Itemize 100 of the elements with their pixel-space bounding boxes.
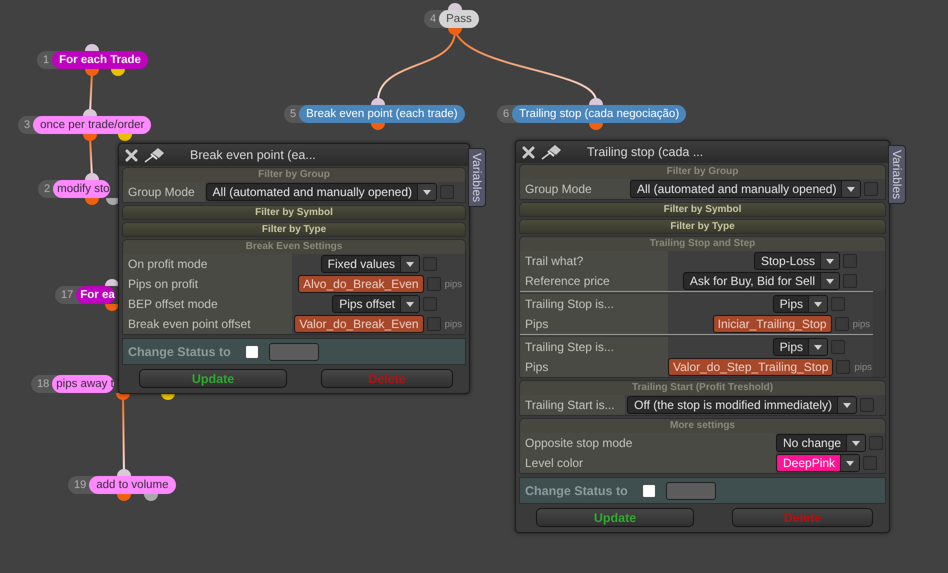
output-port[interactable]: [111, 69, 125, 76]
flow-node[interactable]: Pass: [439, 10, 479, 28]
section-header[interactable]: Break Even Settings: [123, 240, 465, 254]
flow-node[interactable]: once per trade/order: [33, 116, 152, 134]
output-port[interactable]: [105, 304, 119, 311]
variables-tab[interactable]: Variables: [888, 145, 906, 204]
checkbox[interactable]: [423, 257, 437, 271]
flow-node[interactable]: pips away t: [52, 375, 114, 393]
setting-label: Group Mode: [520, 179, 630, 199]
flow-node[interactable]: modify sto: [53, 180, 110, 198]
dropdown[interactable]: Pips: [772, 295, 828, 313]
unit-label: pips: [444, 318, 462, 330]
checkbox[interactable]: [864, 182, 878, 196]
section-header[interactable]: Filter by Group: [123, 168, 465, 182]
setting-label: Level color: [520, 453, 776, 473]
section-header[interactable]: Filter by Type: [123, 223, 465, 236]
dropdown[interactable]: Off (the stop is modified immediately): [627, 396, 857, 414]
setting-label: Pips: [520, 314, 668, 334]
update-button[interactable]: Update: [536, 508, 694, 527]
checkbox[interactable]: [423, 297, 437, 311]
output-port[interactable]: [106, 198, 120, 205]
dropdown[interactable]: Pips offset: [332, 295, 420, 313]
status-label: Change Status to: [525, 484, 628, 498]
input-port[interactable]: [589, 98, 603, 105]
status-field[interactable]: [268, 342, 319, 360]
section-header[interactable]: Filter by Type: [520, 220, 885, 233]
setting-label: Pips: [520, 357, 668, 377]
input-port[interactable]: [85, 173, 99, 180]
caret-icon: [826, 258, 834, 264]
update-button[interactable]: Update: [139, 369, 287, 388]
dropdown[interactable]: All (automated and manually opened): [206, 183, 437, 201]
input-port[interactable]: [105, 279, 119, 286]
flow-node[interactable]: For each Trade: [52, 51, 148, 69]
flow-node[interactable]: Break even point (each trade): [299, 105, 465, 123]
checkbox[interactable]: [831, 297, 845, 311]
variables-tab[interactable]: Variables: [468, 148, 486, 208]
close-icon[interactable]: [522, 146, 535, 158]
setting-label: BEP offset mode: [123, 294, 292, 314]
setting-label: Break even point offset: [123, 314, 292, 334]
flow-node[interactable]: For ea: [76, 286, 115, 304]
setting-label: Trailing Stop is...: [520, 294, 668, 314]
status-field[interactable]: [666, 482, 716, 500]
checkbox[interactable]: [869, 436, 884, 450]
input-port[interactable]: [85, 44, 99, 51]
status-label: Change Status to: [128, 344, 231, 358]
checkbox[interactable]: [860, 398, 874, 412]
setting-label: Group Mode: [123, 182, 205, 202]
section-header[interactable]: Filter by Symbol: [520, 203, 885, 216]
window-title: Break even point (ea...: [190, 148, 316, 162]
setting-label: Pips on profit: [123, 274, 292, 294]
input-port[interactable]: [371, 98, 385, 105]
setting-label: Trailing Step is...: [520, 337, 668, 357]
flow-node[interactable]: add to volume: [89, 476, 176, 494]
dropdown[interactable]: Stop-Loss: [754, 252, 840, 270]
checkbox[interactable]: [843, 254, 857, 268]
checkbox[interactable]: [836, 360, 850, 374]
dropdown[interactable]: Pips: [772, 338, 828, 356]
checkbox[interactable]: [863, 456, 878, 470]
pin-icon[interactable]: [144, 147, 166, 163]
checkbox[interactable]: [244, 344, 259, 358]
section-header[interactable]: Trailing Stop and Step: [520, 237, 885, 251]
section-header[interactable]: Filter by Group: [520, 165, 885, 179]
section-header[interactable]: Filter by Symbol: [123, 206, 465, 219]
dropdown[interactable]: No change: [776, 434, 866, 452]
checkbox[interactable]: [642, 484, 656, 498]
input-port[interactable]: [117, 469, 131, 476]
caret-icon: [847, 186, 856, 192]
output-port[interactable]: [118, 134, 132, 141]
checkbox[interactable]: [426, 277, 441, 291]
setting-label: Opposite stop mode: [520, 433, 776, 453]
input-port[interactable]: [83, 109, 97, 116]
variable-field[interactable]: Iniciar_Trailing_Stop: [712, 315, 832, 333]
section-header[interactable]: Trailing Start (Profit Treshold): [520, 381, 885, 395]
output-port[interactable]: [144, 494, 158, 501]
close-icon[interactable]: [125, 148, 138, 162]
checkbox[interactable]: [426, 317, 441, 331]
dropdown[interactable]: Ask for Buy, Bid for Sell: [682, 272, 840, 290]
checkbox[interactable]: [834, 317, 849, 331]
checkbox[interactable]: [440, 185, 454, 199]
pin-icon[interactable]: [541, 144, 563, 160]
unit-label: pips: [852, 318, 870, 330]
caret-icon: [843, 402, 851, 408]
variable-field[interactable]: Valor_do_Step_Trailing_Stop: [668, 358, 834, 376]
variable-field[interactable]: Alvo_do_Break_Even: [298, 275, 424, 293]
input-port[interactable]: [448, 3, 462, 10]
dropdown[interactable]: DeepPink: [776, 454, 860, 472]
setting-label: Trailing Start is...: [520, 395, 625, 415]
dropdown[interactable]: Fixed values: [320, 255, 420, 273]
variable-field[interactable]: Valor_do_Break_Even: [294, 315, 424, 333]
window-title: Trailing stop (cada ...: [587, 145, 704, 159]
caret-icon: [406, 262, 414, 266]
section-header[interactable]: More settings: [520, 419, 885, 433]
setting-label: Reference price: [520, 271, 668, 291]
caret-icon: [423, 190, 431, 194]
checkbox[interactable]: [831, 340, 845, 354]
dropdown[interactable]: All (automated and manually opened): [630, 180, 862, 198]
caret-icon: [846, 460, 854, 466]
checkbox[interactable]: [843, 274, 857, 288]
flow-node[interactable]: Trailing stop (cada negociação): [512, 105, 686, 123]
caret-icon: [814, 344, 822, 350]
